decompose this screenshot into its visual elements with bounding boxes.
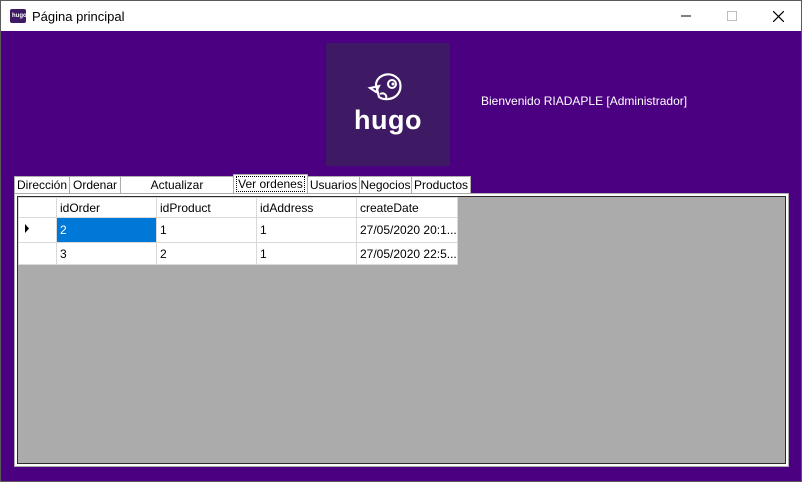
corner-header[interactable] (18, 197, 57, 218)
table-row[interactable]: 3 2 1 27/05/2020 22:5... (18, 242, 458, 265)
close-button[interactable] (755, 1, 801, 31)
current-row-arrow-icon (25, 224, 29, 233)
tab-actualizar-contrasena[interactable]: Actualizar contraseña (120, 176, 234, 209)
client-area: hugo Bienvenido RIADAPLE [Administrador]… (1, 31, 801, 481)
maximize-icon (727, 11, 737, 21)
cell-idproduct[interactable]: 2 (156, 242, 257, 265)
header-row: idOrder idProduct idAddress createDate (18, 197, 458, 218)
maximize-button[interactable] (709, 1, 755, 31)
row-header[interactable] (18, 242, 57, 265)
tab-usuarios[interactable]: Usuarios (307, 176, 360, 193)
app-icon: hugo (10, 9, 27, 23)
tab-negocios[interactable]: Negocios (359, 176, 412, 193)
tab-panel-ver-ordenes: idOrder idProduct idAddress createDate 2 (14, 193, 789, 467)
window-title: Página principal (32, 9, 125, 24)
app-icon-text: hugo (12, 13, 27, 19)
bird-icon (367, 73, 402, 101)
welcome-label: Bienvenido RIADAPLE [Administrador] (481, 94, 688, 108)
cell-createdate[interactable]: 27/05/2020 22:5... (356, 242, 458, 265)
orders-table: idOrder idProduct idAddress createDate 2 (18, 197, 458, 265)
tab-label: Productos (413, 178, 469, 192)
tab-label: Negocios (360, 178, 411, 192)
orders-grid[interactable]: idOrder idProduct idAddress createDate 2 (17, 196, 786, 464)
tab-label: Ver ordenes (236, 176, 305, 192)
minimize-button[interactable] (663, 1, 709, 31)
logo-text: hugo (354, 105, 422, 135)
tab-productos[interactable]: Productos (411, 176, 471, 193)
hugo-logo: hugo (326, 43, 450, 166)
tab-direccion[interactable]: Dirección (14, 176, 70, 193)
close-icon (772, 10, 784, 22)
main-window: hugo Página principal hugo Bienvenido RI… (0, 0, 802, 482)
cell-idorder[interactable]: 2 (56, 217, 157, 243)
column-header-idorder[interactable]: idOrder (56, 197, 157, 218)
column-header-idproduct[interactable]: idProduct (156, 197, 257, 218)
cell-idaddress[interactable]: 1 (256, 242, 357, 265)
tab-label: Usuarios (309, 178, 358, 192)
cell-idproduct[interactable]: 1 (156, 217, 257, 243)
column-header-createdate[interactable]: createDate (356, 197, 458, 218)
cell-idorder[interactable]: 3 (56, 242, 157, 265)
table-row[interactable]: 2 1 1 27/05/2020 20:1... (18, 217, 458, 243)
tab-ver-ordenes[interactable]: Ver ordenes (233, 174, 308, 194)
title-bar[interactable]: hugo Página principal (1, 1, 801, 31)
tab-ordenar[interactable]: Ordenar (69, 176, 121, 193)
tab-label: Dirección (16, 178, 67, 192)
column-header-idaddress[interactable]: idAddress (256, 197, 357, 218)
tab-label: Ordenar (72, 178, 118, 192)
minimize-icon (681, 15, 691, 17)
cell-idaddress[interactable]: 1 (256, 217, 357, 243)
cell-createdate[interactable]: 27/05/2020 20:1... (356, 217, 458, 243)
row-header[interactable] (18, 217, 57, 243)
